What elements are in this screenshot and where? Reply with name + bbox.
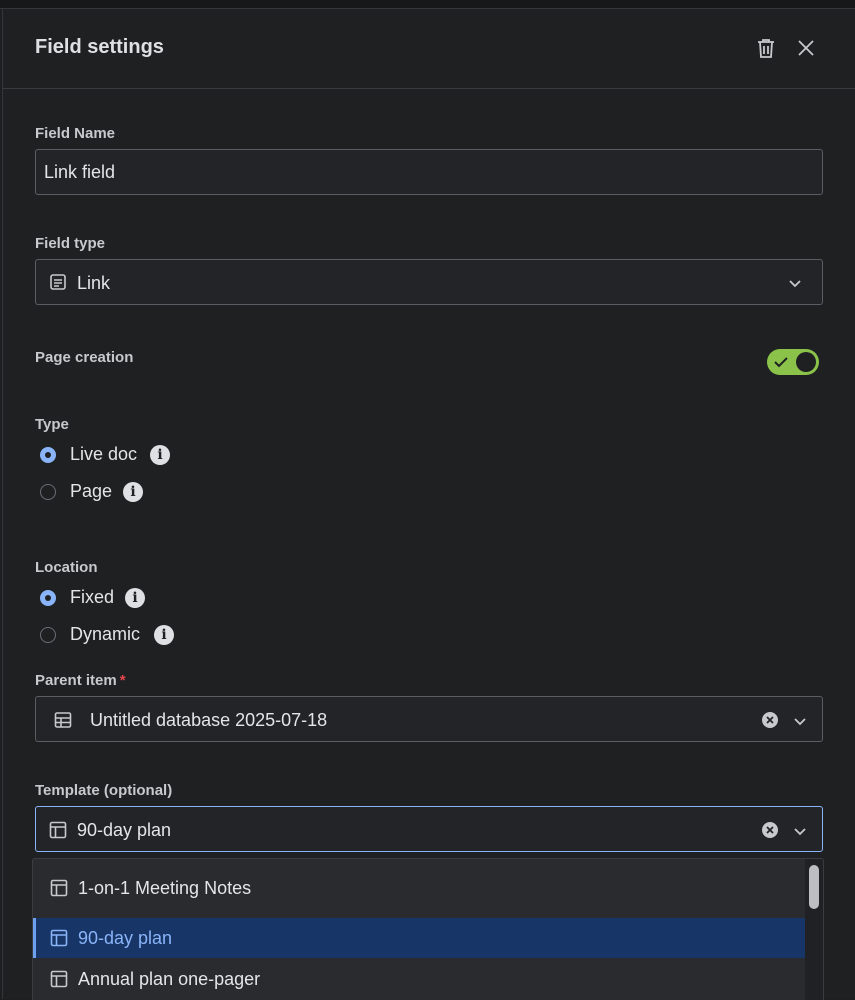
panel-header: Field settings [3,9,855,89]
panel-title: Field settings [35,36,164,58]
radio-unchecked [40,484,56,500]
location-option-fixed[interactable]: Fixed i [40,587,150,611]
database-icon [54,712,72,728]
radio-unchecked [40,627,56,643]
parent-item-label-text: Parent item [35,672,117,689]
field-type-label: Field type [35,235,106,252]
info-icon[interactable]: i [123,482,143,502]
template-icon [50,970,68,988]
field-name-input-wrapper [35,149,823,195]
type-option-live-doc[interactable]: Live doc i [40,444,180,468]
check-icon [774,357,788,368]
type-label: Type [35,416,69,433]
field-name-label: Field Name [35,125,116,142]
location-option-label: Dynamic [70,624,141,644]
scrollbar-thumb[interactable] [809,865,819,909]
trash-icon [758,39,774,58]
field-settings-panel: Field settings Field Name Field type Lin… [2,9,855,999]
info-icon[interactable]: i [125,588,145,608]
type-option-page[interactable]: Page i [40,481,150,505]
template-icon [50,879,68,897]
delete-button[interactable] [754,36,778,60]
dropdown-option-selected[interactable]: 90-day plan [33,918,805,958]
info-icon[interactable]: i [150,445,170,465]
info-icon[interactable]: i [154,625,174,645]
field-name-input[interactable] [36,150,822,194]
template-dropdown-list: 1-on-1 Meeting Notes 90-day plan Annual … [32,858,824,1000]
toggle-knob [796,352,816,372]
parent-item-select[interactable]: Untitled database 2025-07-18 [35,696,823,742]
field-type-value: Link [77,273,111,293]
parent-item-value: Untitled database 2025-07-18 [90,710,328,730]
parent-item-label: Parent item * [35,672,126,689]
chevron-up-down-icon [794,828,806,836]
window-top-bar [0,0,855,9]
clear-icon[interactable] [762,822,778,838]
template-icon [50,929,68,947]
required-mark: * [119,672,126,689]
template-icon [49,821,67,839]
chevron-down-icon [789,280,801,288]
template-label: Template (optional) [35,782,173,799]
location-option-label: Fixed [70,587,115,607]
type-option-label: Page [70,481,113,501]
radio-checked [40,447,56,463]
type-option-label: Live doc [70,444,138,464]
dropdown-option-label: Annual plan one-pager [78,969,261,989]
page-creation-label: Page creation [35,349,134,366]
dropdown-option-label: 90-day plan [78,928,173,948]
dropdown-option[interactable]: 1-on-1 Meeting Notes [33,868,805,908]
dropdown-scrollbar[interactable] [805,859,823,1000]
close-button[interactable] [794,36,818,60]
page-creation-toggle[interactable] [767,349,819,375]
dropdown-option[interactable]: Annual plan one-pager [33,959,805,999]
clear-icon[interactable] [762,712,778,728]
template-select[interactable]: 90-day plan [35,806,823,852]
location-label: Location [35,559,98,576]
dropdown-option-label: 1-on-1 Meeting Notes [78,878,252,898]
radio-checked [40,590,56,606]
chevron-down-icon [794,718,806,726]
location-option-dynamic[interactable]: Dynamic i [40,624,180,648]
close-icon [798,40,814,56]
template-value: 90-day plan [77,820,172,840]
field-type-select[interactable]: Link [35,259,823,305]
document-icon [50,274,66,290]
